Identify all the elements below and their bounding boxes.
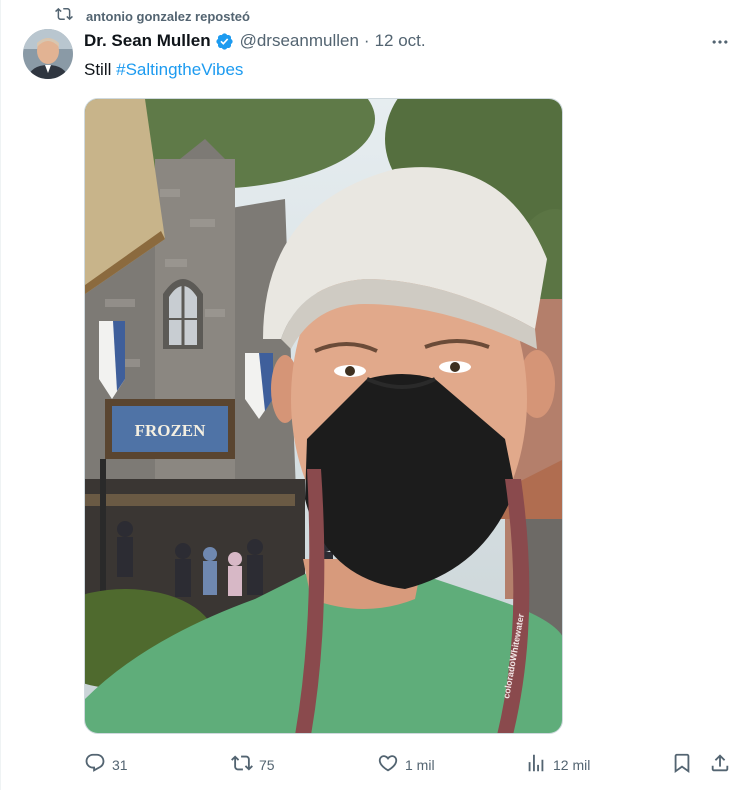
views-chart-icon [525,752,547,779]
repost-icon [54,5,74,28]
repost-count: 75 [259,757,275,773]
verified-badge-icon [215,32,234,51]
separator-dot: · [363,31,370,50]
author-handle[interactable]: @drseanmullen [240,31,359,51]
sign-text: FROZEN [135,421,207,440]
repost-label: antonio gonzalez reposteó [86,8,250,24]
repost-action-icon [231,752,253,779]
timeline-border [0,0,1,790]
tweet-text: Still #SaltingtheVibes [84,60,243,80]
share-icon [709,752,731,779]
views-button[interactable]: 12 mil [525,750,590,780]
tweet-header: Dr. Sean Mullen @drseanmullen · 12 oct. [84,31,426,51]
repost-indicator[interactable]: antonio gonzalez reposteó [54,6,250,26]
like-button[interactable]: 1 mil [377,750,435,780]
reply-count: 31 [112,757,128,773]
heart-icon [377,752,399,779]
author-name[interactable]: Dr. Sean Mullen [84,31,211,51]
like-count: 1 mil [405,757,435,773]
reply-icon [84,752,106,779]
views-count: 12 mil [553,757,591,773]
share-button[interactable] [709,750,731,780]
avatar[interactable] [23,29,73,79]
bookmark-icon [671,752,693,779]
hashtag-link[interactable]: #SaltingtheVibes [116,60,243,79]
more-options-icon[interactable] [708,32,732,52]
tweet-photo[interactable]: FROZEN coloradoWhitewater [84,98,563,734]
tweet-actions: 31 75 1 mil 12 mil [0,750,742,780]
reply-button[interactable]: 31 [84,750,128,780]
bookmark-button[interactable] [671,750,693,780]
tweet-body: Still [84,60,117,79]
repost-button[interactable]: 75 [231,750,275,780]
tweet-date[interactable]: 12 oct. [375,31,426,51]
